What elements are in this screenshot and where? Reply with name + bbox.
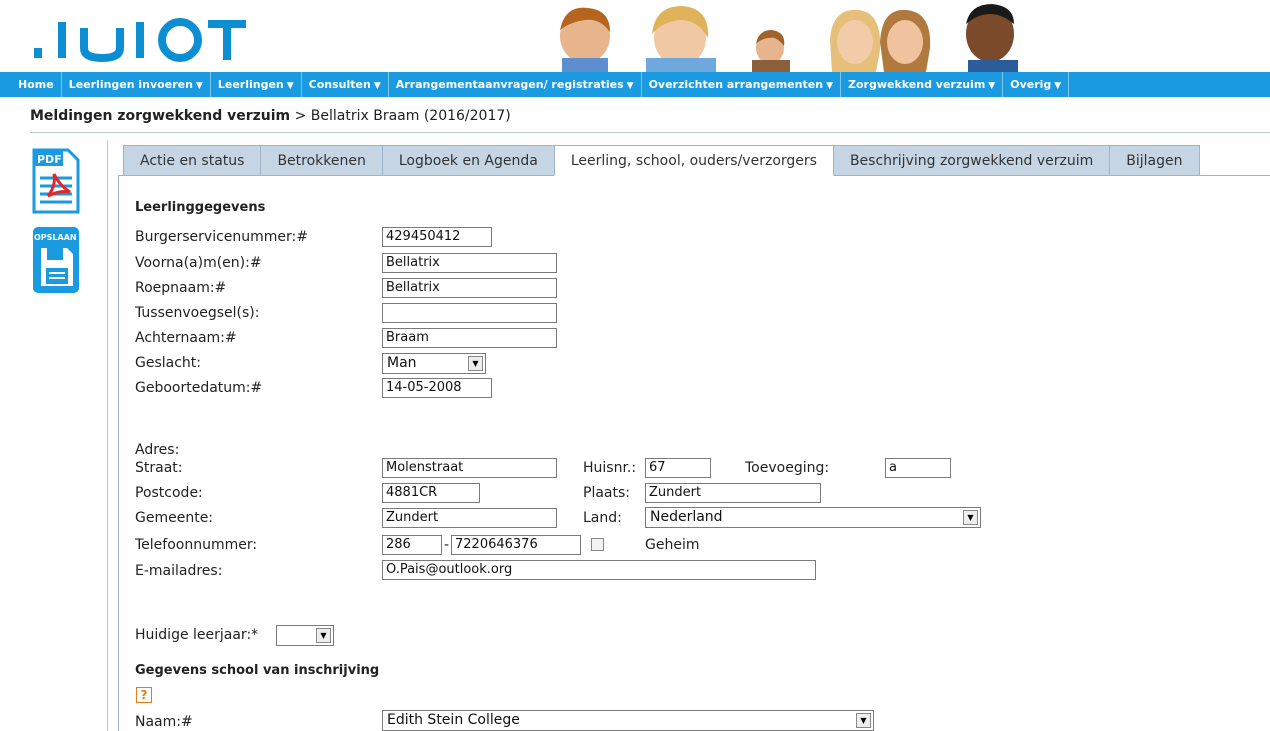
straat-input[interactable]: Molenstraat <box>382 458 557 478</box>
pdf-export-button[interactable]: PDF <box>32 148 80 214</box>
telefoon-prefix-input[interactable]: 286 <box>382 535 442 555</box>
tab-logboek-en-agenda[interactable]: Logboek en Agenda <box>381 145 555 176</box>
breadcrumb: Meldingen zorgwekkend verzuim > Bellatri… <box>30 108 511 124</box>
adres-label: Adres: <box>135 442 180 458</box>
nav-item-label: Consulten <box>308 78 371 91</box>
pdf-label: PDF <box>37 153 62 166</box>
nav-item-label: Arrangementaanvragen/ registraties <box>395 78 624 91</box>
straat-label: Straat: <box>135 460 183 476</box>
email-input[interactable]: O.Pais@outlook.org <box>382 560 816 580</box>
postcode-label: Postcode: <box>135 485 203 501</box>
app-logo <box>32 8 247 75</box>
gemeente-input[interactable]: Zundert <box>382 508 557 528</box>
chevron-down-icon: ▼ <box>988 81 996 91</box>
pdf-icon: PDF <box>32 148 80 214</box>
email-label: E-mailadres: <box>135 563 223 579</box>
help-icon[interactable]: ? <box>136 687 152 703</box>
geboortedatum-input[interactable]: 14-05-2008 <box>382 378 492 398</box>
tussenvoegsel-input[interactable] <box>382 303 557 323</box>
breadcrumb-current: Bellatrix Braam (2016/2017) <box>310 108 511 124</box>
achternaam-label: Achternaam:# <box>135 330 237 346</box>
children-banner <box>560 4 1018 72</box>
geboortedatum-label: Geboortedatum:# <box>135 380 263 396</box>
roepnaam-input[interactable]: Bellatrix <box>382 278 557 298</box>
tab-bijlagen[interactable]: Bijlagen <box>1109 145 1200 176</box>
naam-label: Naam:# <box>135 714 193 730</box>
nav-item-label: Leerlingen <box>217 78 284 91</box>
leerjaar-label: Huidige leerjaar:* <box>135 627 259 643</box>
school-section-title: Gegevens school van inschrijving <box>135 663 380 678</box>
voornamen-input[interactable]: Bellatrix <box>382 253 557 273</box>
nav-item-zorgwekkend-verzuim[interactable]: Zorgwekkend verzuim ▼ <box>841 72 1004 97</box>
land-label: Land: <box>583 510 622 526</box>
nav-item-overzichten-arrangementen[interactable]: Overzichten arrangementen ▼ <box>642 72 841 97</box>
tab-beschrijving-zorgwekkend-verzuim[interactable]: Beschrijving zorgwekkend verzuim <box>832 145 1111 176</box>
save-label: OPSLAAN <box>34 233 77 242</box>
postcode-input[interactable]: 4881CR <box>382 483 480 503</box>
breadcrumb-section[interactable]: Meldingen zorgwekkend verzuim <box>30 108 290 124</box>
chevron-down-icon: ▼ <box>373 81 381 91</box>
save-icon: OPSLAAN <box>33 227 79 293</box>
nav-item-leerlingen[interactable]: Leerlingen ▼ <box>211 72 302 97</box>
nav-item-label: Overzichten arrangementen <box>648 78 824 91</box>
divider <box>30 132 1270 133</box>
bsn-label: Burgerservicenummer:# <box>135 229 308 245</box>
nav-item-home[interactable]: Home <box>0 72 62 97</box>
chevron-down-icon[interactable]: ▼ <box>468 356 483 371</box>
voornamen-label: Voorna(a)m(en):# <box>135 255 262 271</box>
nav-item-label: Home <box>18 78 54 91</box>
tab-actie-en-status[interactable]: Actie en status <box>123 145 262 176</box>
telefoon-number-input[interactable]: 7220646376 <box>451 535 581 555</box>
tussenvoegsel-label: Tussenvoegsel(s): <box>135 305 260 321</box>
toevoeging-input[interactable]: a <box>885 458 951 478</box>
nav-item-label: Leerlingen invoeren <box>68 78 193 91</box>
leerling-section-title: Leerlinggegevens <box>135 200 266 215</box>
leerjaar-select[interactable]: ▼ <box>276 625 334 646</box>
chevron-down-icon: ▼ <box>286 81 294 91</box>
nav-item-arrangementaanvragen-registraties[interactable]: Arrangementaanvragen/ registraties ▼ <box>389 72 642 97</box>
telefoon-label: Telefoonnummer: <box>135 537 258 553</box>
sidebar-divider <box>107 140 108 731</box>
naam-select[interactable]: Edith Stein College ▼ <box>382 710 874 731</box>
chevron-down-icon: ▼ <box>1054 81 1062 91</box>
chevron-down-icon: ▼ <box>195 81 203 91</box>
huisnr-label: Huisnr.: <box>583 460 637 476</box>
gemeente-label: Gemeente: <box>135 510 214 526</box>
geheim-label: Geheim <box>645 537 700 553</box>
panel-border <box>118 175 119 731</box>
save-button[interactable]: OPSLAAN <box>32 226 80 294</box>
header <box>0 0 1270 72</box>
nav-item-label: Overig <box>1010 78 1052 91</box>
geslacht-select[interactable]: Man ▼ <box>382 353 486 374</box>
breadcrumb-separator: > <box>294 108 307 124</box>
tab-bar: Actie en status Betrokkenen Logboek en Age… <box>123 145 1200 176</box>
chevron-down-icon: ▼ <box>626 81 634 91</box>
chevron-down-icon[interactable]: ▼ <box>856 713 871 728</box>
chevron-down-icon[interactable]: ▼ <box>963 510 978 525</box>
nav-item-overig[interactable]: Overig ▼ <box>1003 72 1070 97</box>
geslacht-value: Man <box>387 355 417 371</box>
chevron-down-icon: ▼ <box>826 81 833 91</box>
nav-item-label: Zorgwekkend verzuim <box>847 78 986 91</box>
plaats-input[interactable]: Zundert <box>645 483 821 503</box>
huisnr-input[interactable]: 67 <box>645 458 711 478</box>
telefoon-dash: - <box>444 537 450 553</box>
bsn-input[interactable]: 429450412 <box>382 227 492 247</box>
toevoeging-label: Toevoeging: <box>745 460 830 476</box>
chevron-down-icon[interactable]: ▼ <box>316 628 331 643</box>
achternaam-input[interactable]: Braam <box>382 328 557 348</box>
land-value: Nederland <box>650 509 723 525</box>
geslacht-label: Geslacht: <box>135 355 202 371</box>
naam-value: Edith Stein College <box>387 712 520 728</box>
plaats-label: Plaats: <box>583 485 630 501</box>
nav-item-leerlingen-invoeren[interactable]: Leerlingen invoeren ▼ <box>62 72 211 97</box>
main-nav: Home Leerlingen invoeren ▼ Leerlingen ▼ Consu… <box>0 72 1270 97</box>
logo-mark <box>34 18 246 63</box>
tab-leerling-school-ouders-verzorgers[interactable]: Leerling, school, ouders/verzorgers <box>553 145 834 176</box>
nav-item-consulten[interactable]: Consulten ▼ <box>302 72 389 97</box>
land-select[interactable]: Nederland ▼ <box>645 507 981 528</box>
tab-betrokkenen[interactable]: Betrokkenen <box>260 145 383 176</box>
geheim-checkbox[interactable] <box>591 538 604 551</box>
roepnaam-label: Roepnaam:# <box>135 280 227 296</box>
